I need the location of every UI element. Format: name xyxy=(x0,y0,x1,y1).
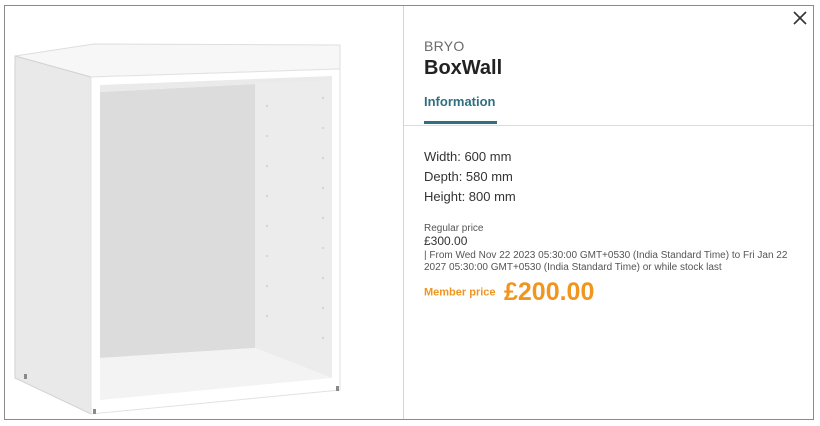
product-brand: BRYO xyxy=(424,38,465,54)
tab-divider xyxy=(404,125,813,126)
price-block: Regular price £300.00 | From Wed Nov 22 … xyxy=(424,223,804,274)
member-price-label: Member price xyxy=(424,286,496,299)
member-price-row: Member price £200.00 xyxy=(424,278,594,307)
product-title: BoxWall xyxy=(424,57,503,79)
product-image xyxy=(5,6,404,419)
product-specs: Width: 600 mm Depth: 580 mm Height: 800 … xyxy=(424,147,516,207)
member-price: £200.00 xyxy=(503,278,595,306)
spec-depth: Depth: 580 mm xyxy=(424,169,513,184)
cabinet-illustration xyxy=(14,43,341,415)
product-info-panel: BRYO BoxWall Information Width: 600 mm D… xyxy=(404,6,813,419)
price-validity: | From Wed Nov 22 2023 05:30:00 GMT+0530… xyxy=(424,250,788,273)
spec-width: Width: 600 mm xyxy=(424,149,512,164)
regular-price-label: Regular price xyxy=(424,223,484,234)
spec-height: Height: 800 mm xyxy=(424,189,516,204)
regular-price: £300.00 xyxy=(424,234,468,248)
product-dialog: BRYO BoxWall Information Width: 600 mm D… xyxy=(4,5,814,420)
active-tab-indicator xyxy=(424,121,497,124)
close-icon xyxy=(793,11,807,25)
close-button[interactable] xyxy=(791,9,809,27)
tab-information[interactable]: Information xyxy=(424,94,496,109)
